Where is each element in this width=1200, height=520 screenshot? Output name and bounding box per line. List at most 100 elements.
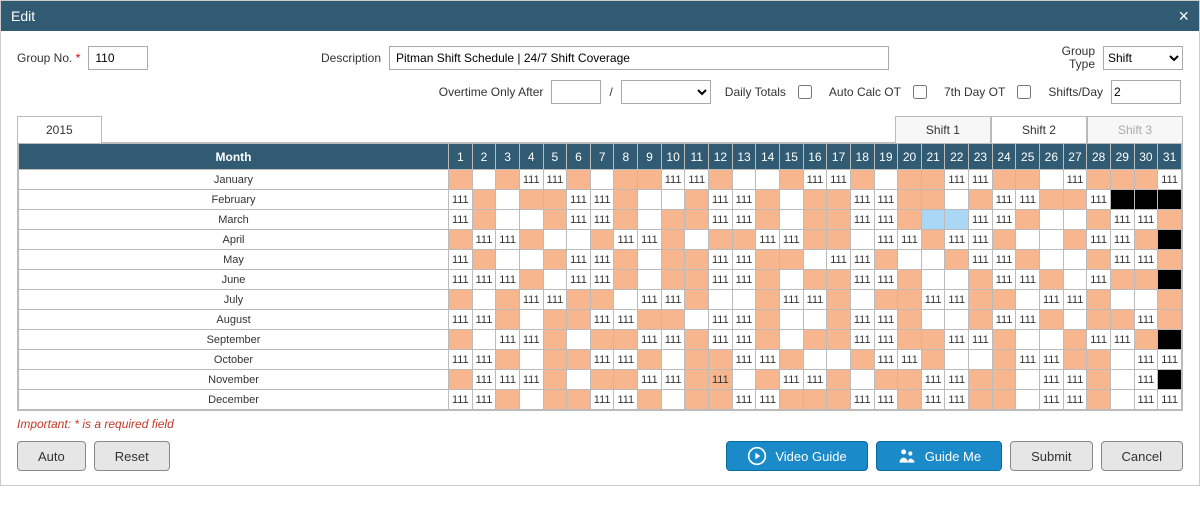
schedule-cell[interactable]: [638, 250, 662, 270]
schedule-cell[interactable]: 111: [449, 190, 473, 210]
schedule-cell[interactable]: 111: [874, 230, 898, 250]
schedule-cell[interactable]: [827, 390, 851, 410]
schedule-cell[interactable]: [992, 350, 1016, 370]
overtime-input[interactable]: [551, 80, 601, 104]
schedule-cell[interactable]: [1063, 270, 1087, 290]
schedule-cell[interactable]: [685, 310, 709, 330]
schedule-cell[interactable]: [803, 330, 827, 350]
schedule-cell[interactable]: 111: [709, 190, 733, 210]
schedule-cell[interactable]: [1016, 210, 1040, 230]
schedule-cell[interactable]: 111: [992, 210, 1016, 230]
schedule-cell[interactable]: 111: [472, 350, 496, 370]
schedule-cell[interactable]: 111: [945, 290, 969, 310]
schedule-cell[interactable]: [1063, 210, 1087, 230]
schedule-cell[interactable]: 111: [590, 190, 614, 210]
schedule-cell[interactable]: [898, 330, 922, 350]
schedule-cell[interactable]: 111: [756, 230, 780, 250]
schedule-cell[interactable]: 111: [472, 390, 496, 410]
schedule-cell[interactable]: 111: [969, 330, 993, 350]
schedule-cell[interactable]: [638, 310, 662, 330]
schedule-cell[interactable]: [921, 350, 945, 370]
schedule-cell[interactable]: [1087, 210, 1111, 230]
schedule-cell[interactable]: 111: [1134, 390, 1158, 410]
schedule-cell[interactable]: [874, 370, 898, 390]
schedule-cell[interactable]: 111: [709, 330, 733, 350]
schedule-cell[interactable]: 111: [874, 310, 898, 330]
schedule-cell[interactable]: [685, 210, 709, 230]
schedule-cell[interactable]: [543, 390, 567, 410]
schedule-cell[interactable]: [827, 210, 851, 230]
schedule-cell[interactable]: [1158, 210, 1182, 230]
schedule-cell[interactable]: [921, 210, 945, 230]
schedule-cell[interactable]: [614, 250, 638, 270]
schedule-cell[interactable]: [779, 390, 803, 410]
schedule-cell[interactable]: [1110, 270, 1134, 290]
schedule-cell[interactable]: [921, 270, 945, 290]
schedule-cell[interactable]: [803, 230, 827, 250]
schedule-cell[interactable]: 111: [779, 230, 803, 250]
schedule-cell[interactable]: 111: [732, 310, 756, 330]
schedule-cell[interactable]: [827, 370, 851, 390]
schedule-cell[interactable]: [1016, 230, 1040, 250]
schedule-cell[interactable]: [496, 390, 520, 410]
schedule-cell[interactable]: [543, 310, 567, 330]
schedule-cell[interactable]: 111: [614, 350, 638, 370]
schedule-cell[interactable]: [661, 230, 685, 250]
schedule-cell[interactable]: [921, 250, 945, 270]
auto-calc-ot-checkbox[interactable]: [913, 85, 927, 99]
schedule-cell[interactable]: [1158, 330, 1182, 350]
schedule-cell[interactable]: 111: [685, 170, 709, 190]
schedule-cell[interactable]: 111: [850, 210, 874, 230]
schedule-cell[interactable]: 111: [827, 170, 851, 190]
schedule-cell[interactable]: [1040, 250, 1064, 270]
schedule-cell[interactable]: [850, 230, 874, 250]
schedule-cell[interactable]: [496, 170, 520, 190]
schedule-cell[interactable]: 111: [519, 290, 543, 310]
schedule-cell[interactable]: [874, 250, 898, 270]
schedule-cell[interactable]: 111: [850, 310, 874, 330]
schedule-cell[interactable]: [1016, 330, 1040, 350]
schedule-cell[interactable]: 111: [1063, 170, 1087, 190]
schedule-cell[interactable]: [449, 290, 473, 310]
schedule-cell[interactable]: [614, 370, 638, 390]
schedule-cell[interactable]: [1040, 210, 1064, 230]
schedule-cell[interactable]: [969, 350, 993, 370]
schedule-cell[interactable]: [803, 310, 827, 330]
schedule-cell[interactable]: [992, 290, 1016, 310]
schedule-cell[interactable]: [709, 290, 733, 310]
schedule-cell[interactable]: 111: [567, 190, 591, 210]
schedule-cell[interactable]: [827, 230, 851, 250]
guide-me-button[interactable]: Guide Me: [876, 441, 1002, 471]
schedule-cell[interactable]: 111: [921, 290, 945, 310]
schedule-cell[interactable]: [496, 350, 520, 370]
schedule-cell[interactable]: [921, 330, 945, 350]
schedule-cell[interactable]: [779, 210, 803, 230]
schedule-cell[interactable]: [969, 370, 993, 390]
schedule-cell[interactable]: [945, 210, 969, 230]
schedule-cell[interactable]: [1016, 390, 1040, 410]
schedule-cell[interactable]: [921, 310, 945, 330]
schedule-cell[interactable]: 111: [590, 310, 614, 330]
schedule-cell[interactable]: [827, 350, 851, 370]
schedule-cell[interactable]: [756, 250, 780, 270]
overtime-unit-select[interactable]: [621, 80, 711, 104]
schedule-cell[interactable]: [614, 170, 638, 190]
schedule-cell[interactable]: 111: [590, 270, 614, 290]
schedule-cell[interactable]: 111: [496, 230, 520, 250]
schedule-cell[interactable]: [1158, 230, 1182, 250]
schedule-cell[interactable]: 111: [449, 390, 473, 410]
schedule-cell[interactable]: [661, 310, 685, 330]
schedule-cell[interactable]: 111: [1134, 370, 1158, 390]
schedule-cell[interactable]: [567, 370, 591, 390]
schedule-cell[interactable]: [449, 370, 473, 390]
schedule-cell[interactable]: 111: [614, 310, 638, 330]
schedule-cell[interactable]: 111: [1063, 390, 1087, 410]
schedule-cell[interactable]: [756, 330, 780, 350]
reset-button[interactable]: Reset: [94, 441, 170, 471]
schedule-cell[interactable]: 111: [1016, 310, 1040, 330]
schedule-cell[interactable]: 111: [661, 170, 685, 190]
schedule-cell[interactable]: [1040, 230, 1064, 250]
schedule-cell[interactable]: [992, 330, 1016, 350]
schedule-cell[interactable]: [827, 190, 851, 210]
schedule-cell[interactable]: 111: [803, 290, 827, 310]
